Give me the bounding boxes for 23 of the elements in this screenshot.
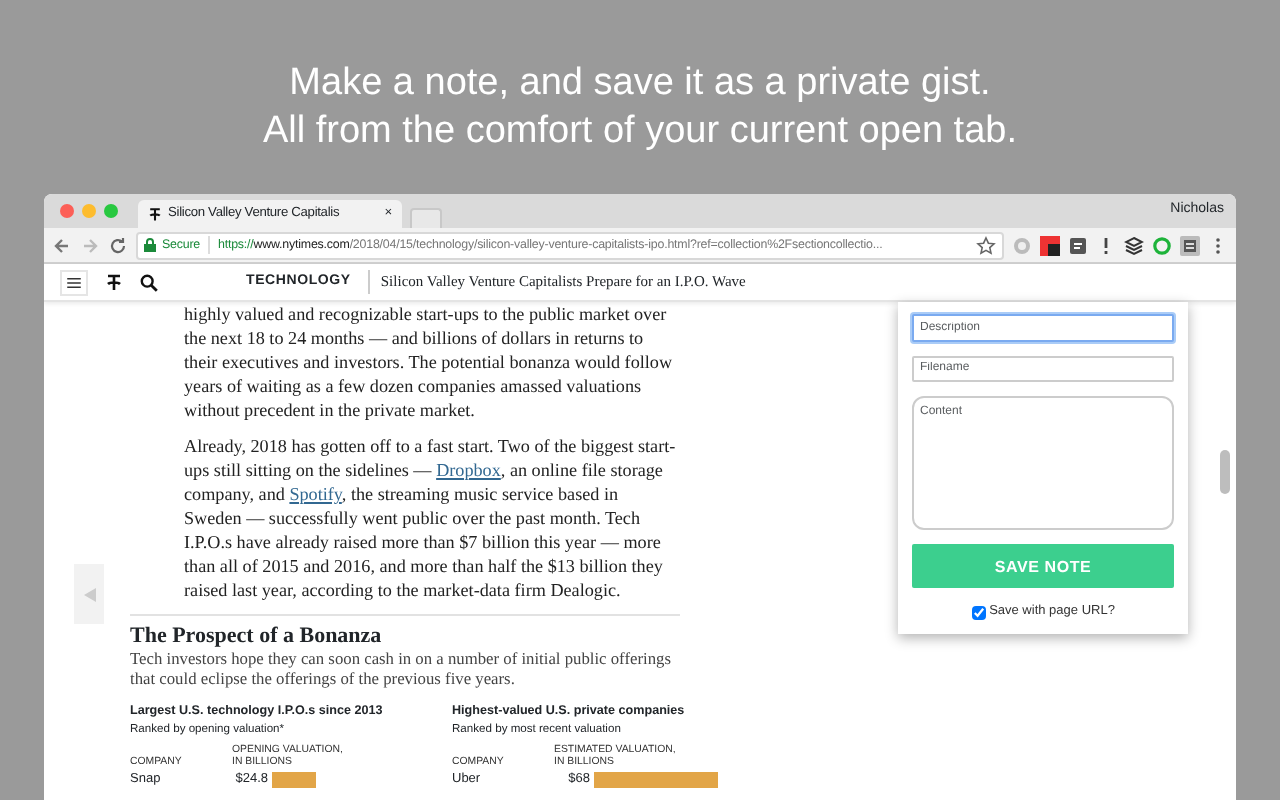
article-link[interactable]: Spotify (289, 484, 342, 504)
site-favicon-icon (148, 206, 162, 222)
gist-extension-icon[interactable] (1180, 235, 1200, 255)
menu-button[interactable] (60, 269, 88, 295)
stack-icon[interactable] (1124, 235, 1144, 255)
back-icon[interactable] (52, 235, 72, 255)
tile-icon[interactable] (1040, 235, 1060, 255)
article-paragraph: highly valued and recognizable start-ups to the public market over the next 18 to 24 months — and billions of dollars in returns to their executives and investors. The potential bonanza would follow years of waiting as a few dozen companies amassed valuations without precedent in the private market. (184, 302, 675, 422)
star-icon[interactable] (976, 235, 996, 255)
left-arrow-icon (83, 587, 95, 601)
graphic-title: The Prospect of a Bonanza (130, 624, 384, 650)
headline-text: Make a note, and save it as a private gist. (287, 60, 993, 108)
headline-text: All from the comfort of your current open tab. (260, 108, 1019, 156)
checkbox[interactable] (971, 605, 986, 620)
search-icon[interactable] (140, 273, 158, 291)
graphic-description: Tech investors hope they can soon cash in on a number of initial public offerings that could eclipse the offerings of the previous five years. (130, 650, 673, 690)
scrollbar-thumb[interactable] (1219, 450, 1229, 494)
reload-icon[interactable] (108, 235, 128, 255)
logo-icon[interactable] (106, 272, 122, 292)
article-paragraph: Already, 2018 has gotten off to a fast start. Two of the biggest start-ups still sitting on the sidelines — Dropbox, an online file storage company, and Spotify, the streaming music service based in Sweden — successfully went public over the past month. Tech I.P.O.s have already raised more than $7 billion this year — more than all of 2015 and 2016, and more than half the $13 billion they raised last year, according to the market-data firm Dealogic. (184, 434, 678, 602)
note-icon[interactable] (1068, 235, 1088, 255)
lock-icon (144, 238, 156, 252)
article-link[interactable]: Dropbox (436, 460, 501, 480)
